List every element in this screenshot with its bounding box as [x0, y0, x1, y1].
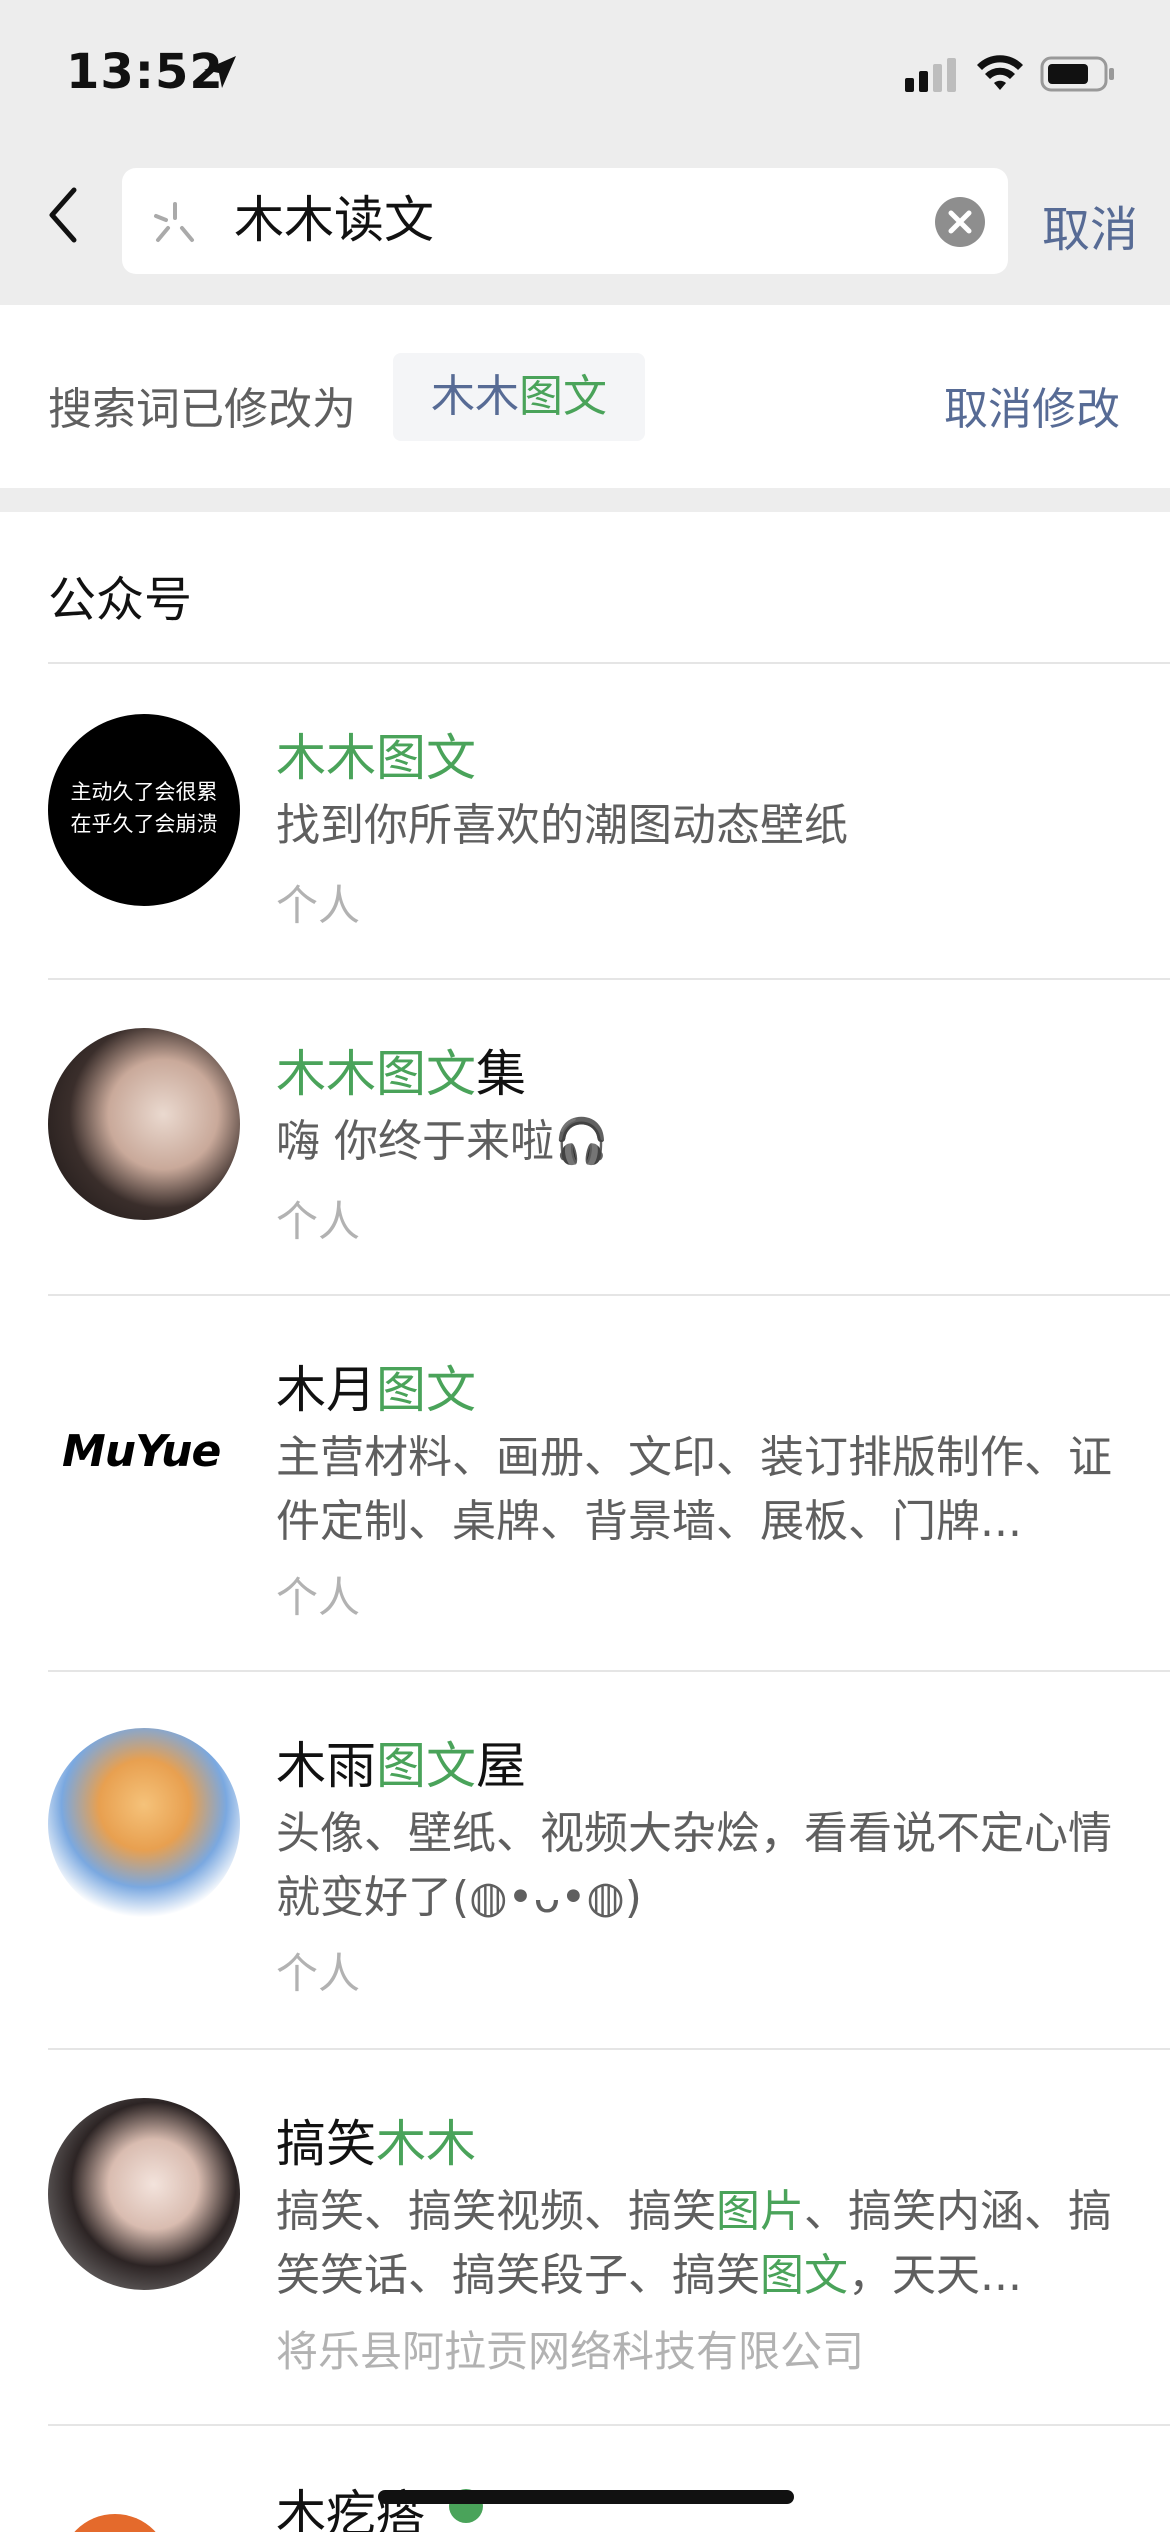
cellular-signal-icon [905, 58, 956, 92]
result-owner: 将乐县阿拉贡网络科技有限公司 [276, 2327, 865, 2376]
battery-icon [1040, 56, 1114, 92]
section-title: 公众号 [48, 572, 193, 628]
avatar [48, 1028, 240, 1220]
modified-term-chip[interactable]: 木木图文 [393, 353, 645, 441]
header-bar: 13:52 木木读文 取消 [0, 0, 1170, 305]
result-title: 搞笑木木 [276, 2115, 476, 2173]
avatar-caption: 主动久了会很累 在乎久了会崩溃 [70, 780, 218, 836]
result-description: 主营材料、画册、文印、装订排版制作、证件定制、桌牌、背景墙、展板、门牌... [276, 1432, 1112, 1547]
result-type: 个人 [276, 1573, 361, 1622]
result-type: 个人 [276, 1949, 361, 1998]
result-title: 木木图文 [276, 729, 476, 787]
clear-icon[interactable] [934, 196, 986, 248]
result-title: 木木图文集 [276, 1045, 526, 1103]
result-type: 个人 [276, 1197, 361, 1246]
brand-logo: MuYue [48, 1356, 240, 1548]
location-arrow-icon [204, 56, 236, 88]
avatar [48, 1728, 240, 1920]
list-item[interactable]: 搞笑木木 搞笑、搞笑视频、搞笑图片、搞笑内涵、搞笑笑话、搞笑段子、搞笑图文，天天… [0, 2050, 1170, 2424]
back-chevron-icon[interactable] [40, 180, 90, 250]
result-description: 搞笑、搞笑视频、搞笑图片、搞笑内涵、搞笑笑话、搞笑段子、搞笑图文，天天... [276, 2186, 1112, 2301]
result-type: 个人 [276, 881, 361, 930]
wifi-icon [977, 55, 1023, 90]
home-indicator [378, 2490, 794, 2504]
search-loading-icon [154, 202, 194, 242]
cancel-button[interactable]: 取消 [1042, 190, 1138, 260]
result-description: 找到你所喜欢的潮图动态壁纸 [276, 800, 848, 851]
result-description: 嗨 你终于来啦🎧 [276, 1116, 609, 1167]
section-gap [0, 488, 1170, 512]
avatar [60, 2514, 170, 2532]
search-input[interactable]: 木木读文 [122, 168, 1008, 274]
list-item[interactable]: 主动久了会很累 在乎久了会崩溃 木木图文 找到你所喜欢的潮图动态壁纸 个人 [0, 664, 1170, 978]
result-description: 头像、壁纸、视频大杂烩，看看说不定心情就变好了(◍•ᴗ•◍) [276, 1808, 1112, 1923]
list-item[interactable]: 木木图文集 嗨 你终于来啦🎧 个人 [0, 980, 1170, 1294]
modified-term-part: 木木 [431, 371, 519, 422]
avatar: 主动久了会很累 在乎久了会崩溃 [48, 714, 240, 906]
list-item[interactable]: 木雨图文屋 头像、壁纸、视频大杂烩，看看说不定心情就变好了(◍•ᴗ•◍) 个人 [0, 1672, 1170, 2048]
result-title: 木月图文 [276, 1361, 476, 1419]
notice-label: 搜索词已修改为 [48, 384, 356, 435]
list-item[interactable]: 木疙瘩 [0, 2426, 1170, 2532]
search-query[interactable]: 木木读文 [234, 190, 434, 250]
result-title: 木雨图文屋 [276, 1737, 526, 1795]
modified-term-highlight: 图文 [519, 371, 607, 422]
query-modified-notice: 搜索词已修改为 木木图文 取消修改 [0, 305, 1170, 488]
undo-modification-button[interactable]: 取消修改 [944, 373, 1120, 437]
avatar [48, 2098, 240, 2290]
list-item[interactable]: MuYue 木月图文 主营材料、画册、文印、装订排版制作、证件定制、桌牌、背景墙… [0, 1296, 1170, 1670]
